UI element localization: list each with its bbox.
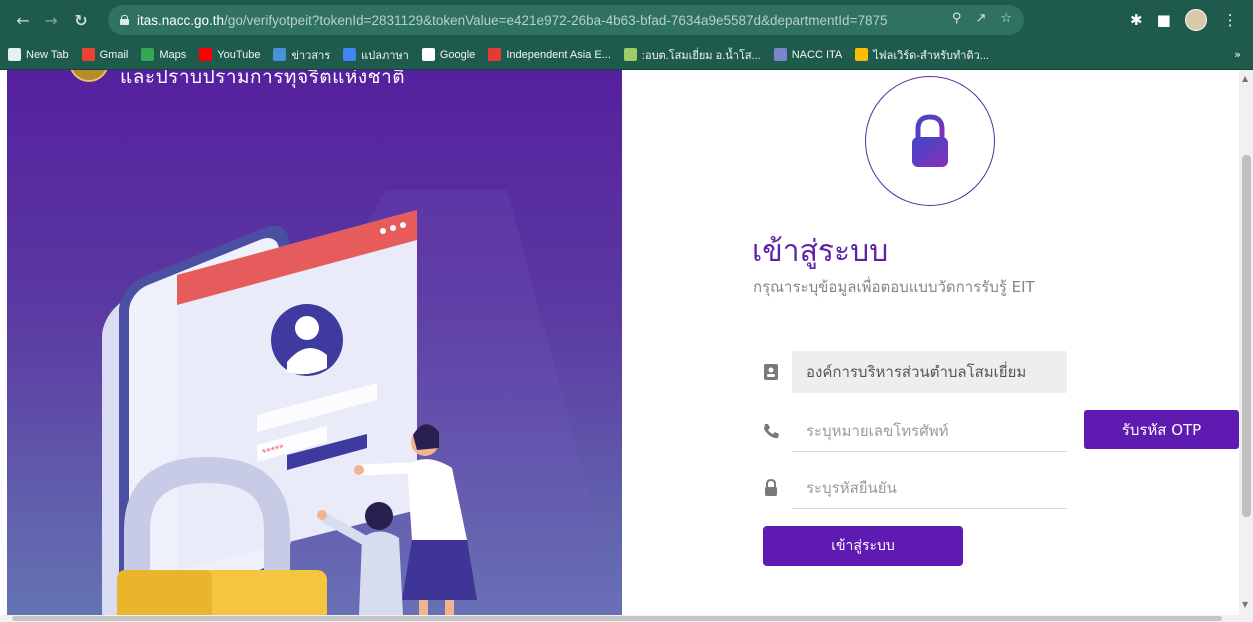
request-otp-button[interactable]: รับรหัส OTP — [1084, 410, 1239, 449]
bookmark-item[interactable]: NACC ITA — [773, 48, 843, 61]
bookmark-label: Gmail — [99, 48, 129, 61]
forward-arrow-icon[interactable]: → — [40, 9, 62, 31]
bookmark-label: Independent Asia E... — [506, 48, 611, 61]
login-title: เข้าสู่ระบบ — [752, 234, 889, 269]
zoom-icon[interactable]: ⚲ — [952, 11, 962, 26]
secure-lock-icon[interactable] — [120, 15, 129, 25]
bookmark-item[interactable]: YouTube — [199, 48, 260, 61]
illustration-panel: และปราบปรามการทุจริตแห่งชาติ ***** — [7, 70, 622, 615]
login-submit-button[interactable]: เข้าสู่ระบบ — [763, 526, 963, 566]
url-path: /go/verifyotpeit?tokenId=2831129&tokenVa… — [224, 12, 888, 28]
phone-input[interactable] — [792, 410, 1067, 452]
lock-badge — [865, 76, 995, 206]
lock-icon — [912, 114, 948, 167]
organization-field[interactable] — [792, 351, 1067, 393]
bookmarks-overflow-icon[interactable]: » — [1234, 48, 1241, 61]
bookmark-label: Maps — [159, 48, 187, 61]
scroll-up-arrow-icon[interactable]: ▲ — [1242, 74, 1248, 83]
bookmark-item[interactable]: แปลภาษา — [343, 46, 409, 64]
bookmark-item[interactable]: Independent Asia E... — [488, 48, 611, 61]
horizontal-scroll-thumb[interactable] — [12, 616, 1222, 621]
bookmark-item[interactable]: Maps — [141, 48, 186, 61]
side-panel-icon[interactable]: ■ — [1157, 11, 1171, 29]
scroll-down-arrow-icon[interactable]: ▼ — [1242, 600, 1248, 609]
bookmark-star-icon[interactable]: ☆ — [1000, 11, 1012, 26]
bookmark-favicon-icon — [81, 48, 95, 61]
share-icon[interactable]: ↗ — [975, 11, 986, 26]
address-bar[interactable]: itas.nacc.go.th /go/verifyotpeit?tokenId… — [108, 5, 1024, 35]
bookmark-label: :อบต.โสมเยี่ยม อ.น้ำโส... — [641, 49, 761, 62]
lock-small-icon — [760, 477, 782, 499]
bookmark-item[interactable]: ไฟลเวิร์ด-สำหรับทำดิว... — [855, 46, 989, 64]
back-arrow-icon[interactable]: ← — [12, 9, 34, 31]
bookmark-favicon-icon — [773, 48, 787, 61]
page-content: และปราบปรามการทุจริตแห่งชาติ ***** เข้าส… — [0, 70, 1253, 622]
bookmark-favicon-icon — [199, 48, 213, 61]
bookmark-favicon-icon — [343, 48, 357, 61]
otp-field-row — [760, 467, 1067, 509]
reload-icon[interactable]: ↻ — [70, 9, 92, 31]
horizontal-scrollbar[interactable] — [0, 615, 1253, 622]
bookmark-label: NACC ITA — [791, 48, 843, 61]
phone-field-row — [760, 410, 1067, 452]
bookmarks-bar: New Tab Gmail Maps YouTube ข่าวสาร แปลภาษา Goo… — [0, 40, 1253, 70]
bookmark-favicon-icon — [623, 48, 637, 61]
bookmark-label: แปลภาษา — [361, 49, 409, 62]
security-illustration: ***** — [102, 190, 622, 615]
login-subtitle: กรุณาระบุข้อมูลเพื่อตอบแบบวัดการรับรู้ E… — [753, 278, 1035, 296]
bookmark-item[interactable]: Gmail — [81, 48, 129, 61]
bookmark-favicon-icon — [8, 48, 21, 61]
bookmark-label: New Tab — [26, 48, 69, 61]
otp-code-input[interactable] — [792, 467, 1067, 509]
bookmark-label: ข่าวสาร — [291, 49, 331, 62]
bookmark-label: Google — [439, 48, 476, 61]
bookmark-item[interactable]: New Tab — [8, 48, 69, 61]
bookmark-item[interactable]: Google — [421, 48, 476, 61]
bookmark-favicon-icon — [488, 48, 502, 61]
bookmark-favicon-icon — [273, 48, 287, 61]
contact-card-icon — [760, 361, 782, 383]
phone-icon — [760, 420, 782, 442]
bookmark-favicon-icon — [421, 48, 435, 61]
extensions-puzzle-icon[interactable]: ✱ — [1130, 11, 1143, 29]
url-host: itas.nacc.go.th — [137, 12, 225, 28]
profile-avatar[interactable] — [1184, 9, 1207, 31]
menu-kebab-icon[interactable]: ⋮ — [1223, 11, 1238, 29]
bookmark-label: ไฟลเวิร์ด-สำหรับทำดิว... — [873, 49, 989, 62]
bookmark-favicon-icon — [141, 48, 155, 61]
bookmark-label: YouTube — [217, 48, 261, 61]
vertical-scroll-thumb[interactable] — [1242, 155, 1251, 517]
browser-toolbar: ← → ↻ itas.nacc.go.th /go/verifyotpeit?t… — [0, 0, 1253, 40]
org-field-row — [760, 351, 1067, 393]
bookmark-item[interactable]: :อบต.โสมเยี่ยม อ.น้ำโส... — [623, 46, 761, 64]
bookmark-item[interactable]: ข่าวสาร — [273, 46, 330, 64]
bookmark-favicon-icon — [855, 48, 869, 61]
vertical-scrollbar[interactable]: ▲ ▼ — [1239, 70, 1253, 615]
